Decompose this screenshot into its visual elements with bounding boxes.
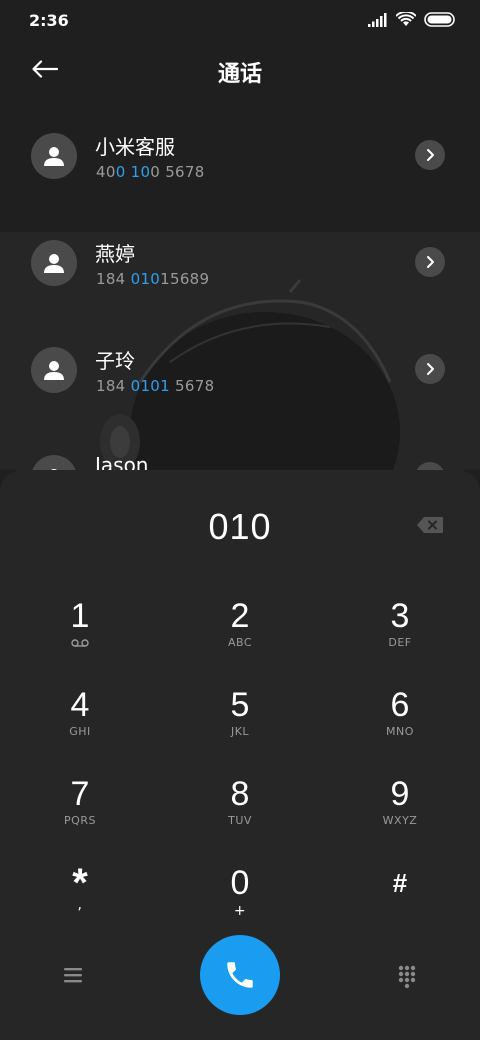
key-letters: MNO xyxy=(386,725,414,738)
avatar xyxy=(31,133,77,179)
key-digit: 4 xyxy=(70,686,90,724)
contact-row[interactable]: 子玲 184 0101 5678 xyxy=(0,329,480,409)
chevron-right-icon xyxy=(427,256,434,268)
status-icons xyxy=(368,12,456,27)
key-letters: TUV xyxy=(228,814,252,827)
key-digit: 7 xyxy=(70,775,90,813)
dialpad-toggle-button[interactable] xyxy=(393,962,421,990)
status-time: 2:36 xyxy=(29,11,69,30)
header: 通话 xyxy=(0,40,480,100)
contact-row[interactable]: Jason xyxy=(0,437,480,470)
contact-detail-button[interactable] xyxy=(415,462,445,470)
key-digit: 8 xyxy=(230,775,250,813)
contact-name: 燕婷 xyxy=(95,242,135,266)
contact-detail-button[interactable] xyxy=(415,247,445,277)
person-icon xyxy=(44,147,64,166)
person-icon xyxy=(44,254,64,273)
status-bar: 2:36 xyxy=(0,0,480,40)
key-letters: , xyxy=(77,897,83,913)
dial-key-2[interactable]: 2 ABC xyxy=(180,596,300,676)
avatar xyxy=(31,455,77,470)
signal-icon xyxy=(368,12,387,27)
contact-number: 184 0101 5678 xyxy=(96,377,215,395)
menu-button[interactable] xyxy=(58,963,88,987)
dial-key-6[interactable]: 6 MNO xyxy=(340,685,460,765)
dial-key-1[interactable]: 1 xyxy=(20,596,140,676)
phone-icon xyxy=(227,962,253,988)
contact-number: 400 100 5678 xyxy=(96,163,205,181)
dial-key-5[interactable]: 5 JKL xyxy=(180,685,300,765)
page-title: 通话 xyxy=(217,62,262,87)
contact-list: 小米客服 400 100 5678 燕婷 184 01015689 子玲 184… xyxy=(0,105,480,470)
key-digit: 0 xyxy=(230,864,250,902)
key-digit: 3 xyxy=(390,597,410,635)
dial-key-8[interactable]: 8 TUV xyxy=(180,774,300,854)
dial-key-4[interactable]: 4 GHI xyxy=(20,685,140,765)
contact-row[interactable]: 燕婷 184 01015689 xyxy=(0,222,480,302)
dialpad-icon xyxy=(398,965,416,989)
backspace-icon xyxy=(417,517,443,533)
menu-icon xyxy=(64,968,82,983)
avatar xyxy=(31,347,77,393)
key-letters: PQRS xyxy=(64,814,96,827)
key-letters: DEF xyxy=(388,636,412,649)
contact-detail-button[interactable] xyxy=(415,354,445,384)
wifi-icon xyxy=(396,12,416,26)
chevron-right-icon xyxy=(427,149,434,161)
dialed-number: 010 xyxy=(208,506,272,547)
bottom-action-bar xyxy=(0,930,480,1020)
contact-name: 小米客服 xyxy=(95,135,175,159)
contact-name: Jason xyxy=(95,453,149,470)
contact-number: 184 01015689 xyxy=(96,270,210,288)
key-digit: # xyxy=(392,868,408,898)
key-letters: WXYZ xyxy=(382,814,418,827)
key-letters: GHI xyxy=(69,725,91,738)
key-letters: + xyxy=(233,903,247,919)
dial-key-9[interactable]: 9 WXYZ xyxy=(340,774,460,854)
voicemail-icon xyxy=(71,639,89,647)
person-icon xyxy=(44,361,64,380)
key-letters: ABC xyxy=(227,636,253,649)
key-digit: 2 xyxy=(230,597,250,635)
key-letters: JKL xyxy=(230,725,250,738)
key-digit: 1 xyxy=(70,597,90,635)
contact-detail-button[interactable] xyxy=(415,140,445,170)
dial-key-3[interactable]: 3 DEF xyxy=(340,596,460,676)
key-digit: 9 xyxy=(390,775,410,813)
call-button[interactable] xyxy=(200,935,280,1015)
contact-name: 子玲 xyxy=(95,349,135,373)
contact-row[interactable]: 小米客服 400 100 5678 xyxy=(0,115,480,195)
key-digit: 5 xyxy=(230,686,250,724)
dial-key-7[interactable]: 7 PQRS xyxy=(20,774,140,854)
chevron-right-icon xyxy=(427,363,434,375)
backspace-button[interactable] xyxy=(416,516,444,536)
battery-icon xyxy=(424,12,455,27)
key-digit: 6 xyxy=(390,686,410,724)
avatar xyxy=(31,240,77,286)
